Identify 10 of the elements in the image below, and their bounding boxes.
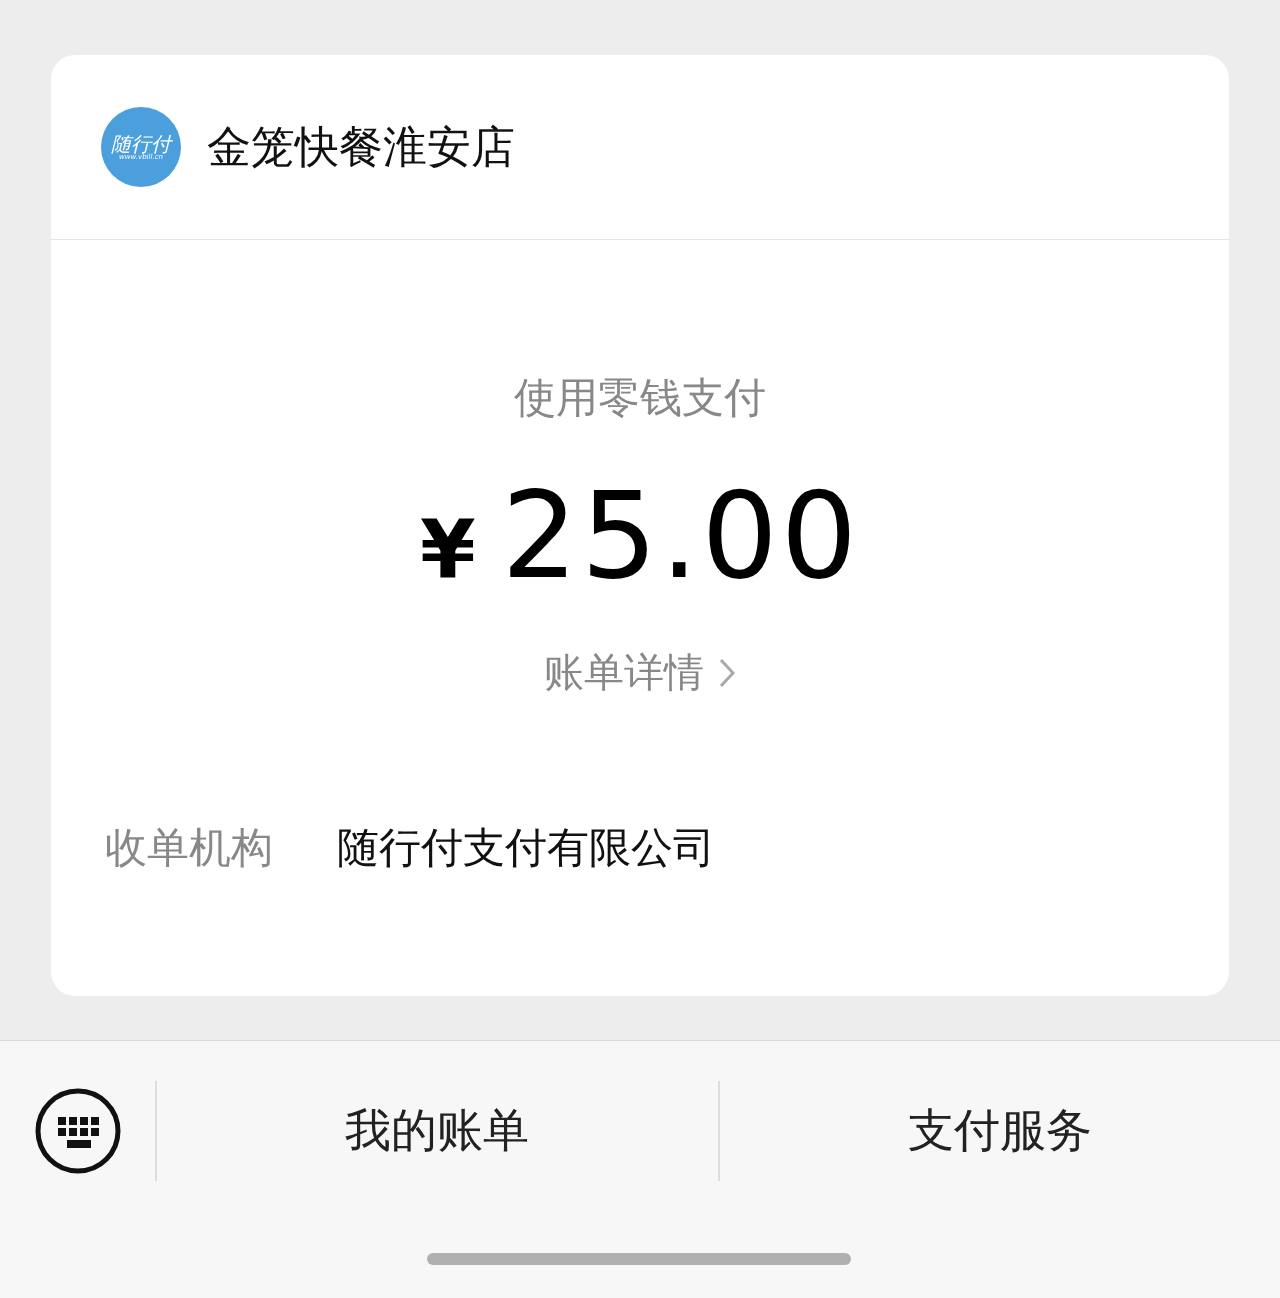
- info-label: 收单机构: [105, 822, 273, 874]
- payment-amount: 25.00: [501, 466, 861, 605]
- menu-button[interactable]: 我的账单: [155, 1081, 718, 1181]
- info-value: 随行付支付有限公司: [337, 822, 715, 874]
- currency-symbol: ¥: [419, 503, 476, 596]
- menu-button[interactable]: 支付服务: [717, 1081, 1280, 1181]
- bill-details-link[interactable]: 账单详情: [544, 645, 736, 700]
- payment-method: 使用零钱支付: [514, 372, 766, 424]
- merchant-name: 金笼快餐淮安店: [207, 119, 515, 174]
- logo-text: 随行付: [111, 133, 171, 154]
